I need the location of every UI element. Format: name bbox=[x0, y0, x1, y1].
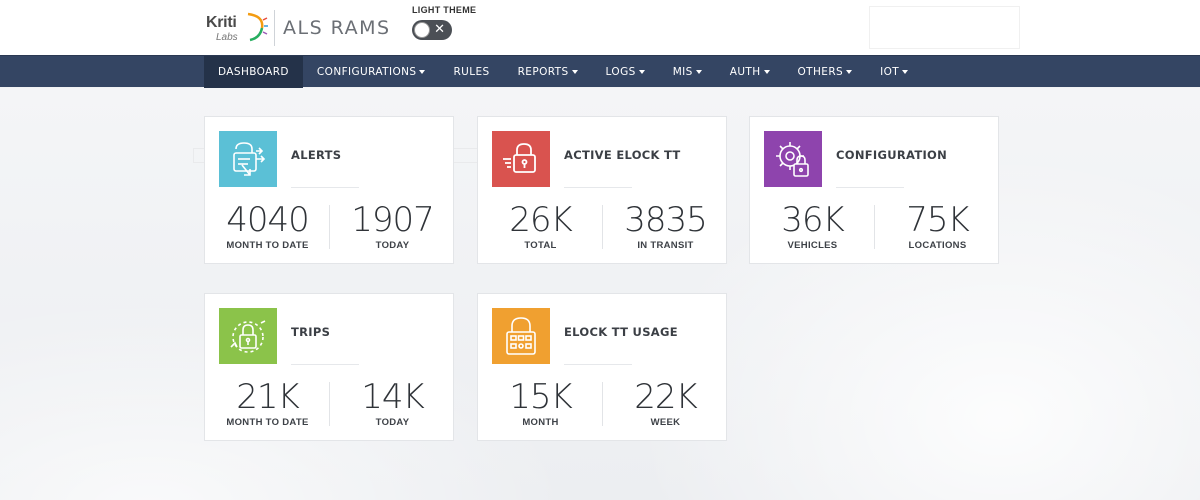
nav-item-label: MIS bbox=[672, 66, 693, 78]
stat-value: 36K bbox=[781, 200, 845, 240]
logo-word: Kriti bbox=[206, 14, 237, 31]
stat-label: TOTAL bbox=[524, 240, 557, 251]
stat-label: TODAY bbox=[375, 417, 410, 428]
stat-divider bbox=[329, 382, 330, 426]
stat[interactable]: 22K WEEK bbox=[603, 378, 728, 428]
top-header: Kriti Labs ALS RAMS LIGHT THEME ✕ bbox=[0, 0, 1200, 55]
stat-divider bbox=[874, 205, 875, 249]
stat-value: 1907 bbox=[351, 200, 435, 240]
nav-item-dashboard[interactable]: DASHBOARD bbox=[204, 56, 303, 88]
stat[interactable]: 14K TODAY bbox=[330, 378, 455, 428]
title-rule bbox=[291, 364, 359, 365]
stat-divider bbox=[602, 382, 603, 426]
stat-value: 75K bbox=[906, 200, 970, 240]
nav-item-label: DASHBOARD bbox=[218, 66, 289, 78]
stat-label: MONTH TO DATE bbox=[226, 417, 309, 428]
logo-arc-icon bbox=[247, 12, 268, 42]
stat-divider bbox=[602, 205, 603, 249]
nav-items: DASHBOARD CONFIGURATIONS RULES REPORTS LOGS M… bbox=[204, 56, 922, 88]
stat-value: 3835 bbox=[624, 200, 708, 240]
elock-usage-icon bbox=[492, 308, 550, 364]
stat[interactable]: 4040 MONTH TO DATE bbox=[205, 201, 330, 251]
caret-down-icon bbox=[763, 70, 770, 74]
stat-value: 22K bbox=[634, 377, 698, 417]
card-active-elock-tt[interactable]: ACTIVE ELOCK TT 26K TOTAL 3835 IN TRANSIT bbox=[477, 116, 727, 264]
moving-lock-icon bbox=[492, 131, 550, 187]
nav-item-mis[interactable]: MIS bbox=[659, 56, 716, 88]
trip-lock-icon bbox=[219, 308, 277, 364]
toggle-knob bbox=[414, 22, 430, 38]
nav-item-label: CONFIGURATIONS bbox=[316, 66, 417, 78]
card-title: ALERTS bbox=[291, 148, 342, 162]
card-elock-tt-usage[interactable]: ELOCK TT USAGE 15K MONTH 22K WEEK bbox=[477, 293, 727, 441]
nav-item-label: OTHERS bbox=[797, 66, 844, 78]
card-trips[interactable]: TRIPS 21K MONTH TO DATE 14K TODAY bbox=[204, 293, 454, 441]
stat[interactable]: 3835 IN TRANSIT bbox=[603, 201, 728, 251]
card-title: ELOCK TT USAGE bbox=[564, 325, 678, 339]
stat-label: TODAY bbox=[375, 240, 410, 251]
stat[interactable]: 15K MONTH bbox=[478, 378, 603, 428]
stat-label: WEEK bbox=[650, 417, 681, 428]
stat[interactable]: 75K LOCATIONS bbox=[875, 201, 1000, 251]
stat-value: 4040 bbox=[226, 200, 310, 240]
caret-down-icon bbox=[571, 70, 578, 74]
title-rule bbox=[564, 187, 632, 188]
brand: Kriti Labs ALS RAMS bbox=[204, 8, 391, 48]
card-configuration[interactable]: CONFIGURATION 36K VEHICLES 75K LOCATIONS bbox=[749, 116, 999, 264]
nav-item-reports[interactable]: REPORTS bbox=[504, 56, 592, 88]
nav-item-logs[interactable]: LOGS bbox=[592, 56, 659, 88]
caret-down-icon bbox=[419, 70, 426, 74]
stat-divider bbox=[329, 205, 330, 249]
stat-label: VEHICLES bbox=[787, 240, 838, 251]
nav-item-auth[interactable]: AUTH bbox=[716, 56, 784, 88]
gear-lock-icon bbox=[764, 131, 822, 187]
nav-item-label: RULES bbox=[453, 66, 490, 78]
card-alerts[interactable]: ALERTS 4040 MONTH TO DATE 1907 TODAY bbox=[204, 116, 454, 264]
stat-value: 21K bbox=[236, 377, 300, 417]
caret-down-icon bbox=[902, 70, 909, 74]
stat[interactable]: 1907 TODAY bbox=[330, 201, 455, 251]
stat-value: 14K bbox=[361, 377, 425, 417]
caret-down-icon bbox=[695, 70, 702, 74]
stat-label: MONTH TO DATE bbox=[226, 240, 309, 251]
kriti-labs-logo[interactable]: Kriti Labs bbox=[204, 8, 270, 48]
brand-divider bbox=[274, 10, 275, 46]
nav-item-label: AUTH bbox=[729, 66, 761, 78]
nav-item-label: REPORTS bbox=[517, 66, 569, 78]
stat-value: 26K bbox=[509, 200, 573, 240]
title-rule bbox=[836, 187, 904, 188]
nav-item-configurations[interactable]: CONFIGURATIONS bbox=[303, 56, 440, 88]
theme-toggle[interactable]: ✕ bbox=[412, 20, 452, 40]
stat[interactable]: 21K MONTH TO DATE bbox=[205, 378, 330, 428]
nav-item-rules[interactable]: RULES bbox=[439, 56, 503, 88]
top-right-panel bbox=[869, 6, 1020, 49]
theme-label: LIGHT THEME bbox=[412, 5, 477, 15]
stat-label: MONTH bbox=[522, 417, 559, 428]
logo-sub: Labs bbox=[216, 32, 238, 43]
alert-shield-icon bbox=[219, 131, 277, 187]
nav-item-label: LOGS bbox=[605, 66, 636, 78]
nav-item-iot[interactable]: IOT bbox=[866, 56, 922, 88]
stat-label: LOCATIONS bbox=[908, 240, 967, 251]
caret-down-icon bbox=[846, 70, 853, 74]
caret-down-icon bbox=[638, 70, 645, 74]
close-icon: ✕ bbox=[434, 21, 445, 36]
nav-item-label: IOT bbox=[880, 66, 900, 78]
stat-label: IN TRANSIT bbox=[637, 240, 694, 251]
card-title: ACTIVE ELOCK TT bbox=[564, 148, 681, 162]
card-title: CONFIGURATION bbox=[836, 148, 948, 162]
app-title: ALS RAMS bbox=[283, 17, 391, 39]
stat[interactable]: 26K TOTAL bbox=[478, 201, 603, 251]
nav-item-others[interactable]: OTHERS bbox=[784, 56, 867, 88]
stat-value: 15K bbox=[509, 377, 573, 417]
title-rule bbox=[291, 187, 359, 188]
theme-switcher: LIGHT THEME ✕ bbox=[412, 5, 476, 40]
stat[interactable]: 36K VEHICLES bbox=[750, 201, 875, 251]
title-rule bbox=[564, 364, 632, 365]
main-navbar: DASHBOARD CONFIGURATIONS RULES REPORTS LOGS M… bbox=[0, 55, 1200, 88]
card-title: TRIPS bbox=[291, 325, 331, 339]
